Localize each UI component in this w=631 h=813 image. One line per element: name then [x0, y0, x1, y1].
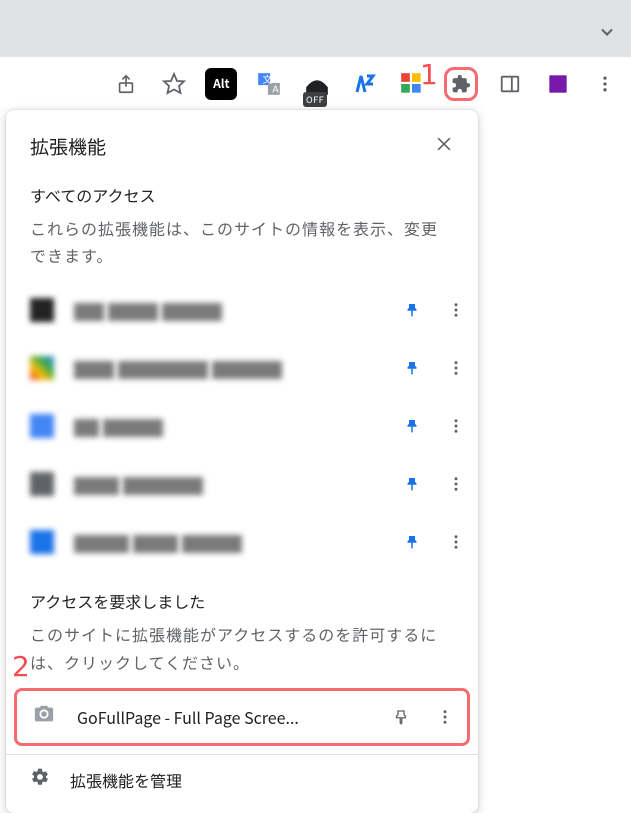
extension-name-blurred — [74, 358, 390, 379]
ext-icon-edge[interactable] — [349, 67, 381, 101]
popup-header: 拡張機能 — [6, 110, 478, 175]
extension-row-5[interactable] — [6, 513, 478, 571]
extension-row-3[interactable] — [6, 397, 478, 455]
more-icon[interactable] — [434, 475, 478, 493]
svg-text:文: 文 — [263, 72, 273, 85]
extension-name-blurred — [74, 474, 390, 495]
section-desc: このサイトに拡張機能がアクセスするのを許可するには、クリックしてください。 — [30, 621, 454, 675]
extension-icon — [30, 530, 54, 554]
extension-icon — [30, 472, 54, 496]
more-icon[interactable] — [434, 417, 478, 435]
ext-icon-onenote[interactable] — [542, 67, 574, 101]
ext-icon-generic-1[interactable]: OFF — [301, 67, 333, 101]
extension-name-blurred — [74, 300, 390, 321]
pin-icon[interactable] — [390, 417, 434, 435]
annotation-1: 1 — [420, 58, 438, 91]
pin-icon[interactable] — [390, 475, 434, 493]
extension-icon — [30, 298, 54, 322]
extensions-popup: 拡張機能 すべてのアクセス これらの拡張機能は、このサイトの情報を表示、変更でき… — [6, 110, 478, 813]
camera-icon — [33, 703, 57, 730]
pin-icon[interactable] — [390, 301, 434, 319]
section-title: すべてのアクセス — [30, 183, 454, 207]
section-desc: これらの拡張機能は、このサイトの情報を表示、変更できます。 — [30, 215, 454, 269]
close-icon[interactable] — [428, 128, 460, 165]
extensions-button[interactable] — [444, 67, 478, 101]
manage-extensions-label: 拡張機能を管理 — [70, 768, 182, 792]
browser-top-bar — [0, 0, 631, 56]
chevron-down-icon[interactable] — [597, 22, 617, 47]
side-panel-icon[interactable] — [494, 67, 526, 101]
more-icon[interactable] — [434, 301, 478, 319]
share-icon[interactable] — [110, 67, 142, 101]
ext-icon-translate[interactable]: 文A — [253, 67, 285, 101]
bookmark-star-icon[interactable] — [158, 67, 190, 101]
svg-text:A: A — [272, 84, 279, 95]
more-icon[interactable] — [434, 359, 478, 377]
browser-toolbar: Alt 文A OFF — [0, 56, 631, 112]
divider — [0, 56, 631, 57]
extension-row-1[interactable] — [6, 281, 478, 339]
popup-title: 拡張機能 — [30, 133, 106, 160]
pin-outline-icon[interactable] — [379, 708, 423, 726]
extension-icon — [30, 356, 54, 380]
extension-row-4[interactable] — [6, 455, 478, 513]
off-badge: OFF — [303, 92, 327, 107]
more-icon[interactable] — [434, 533, 478, 551]
extension-icon — [30, 414, 54, 438]
extension-row-2[interactable] — [6, 339, 478, 397]
section-full-access: すべてのアクセス これらの拡張機能は、このサイトの情報を表示、変更できます。 — [6, 175, 478, 269]
extension-name-blurred — [74, 532, 390, 553]
pin-icon[interactable] — [390, 359, 434, 377]
annotation-2: 2 — [12, 650, 30, 683]
alt-badge: Alt — [205, 68, 237, 100]
extension-name: GoFullPage - Full Page Scree... — [77, 705, 379, 729]
section-requested-access: アクセスを要求しました このサイトに拡張機能がアクセスするのを許可するには、クリ… — [6, 571, 478, 675]
more-icon[interactable] — [423, 708, 467, 726]
ext-icon-alt-text[interactable]: Alt — [205, 67, 237, 101]
extension-row-gofullpage[interactable]: GoFullPage - Full Page Scree... — [14, 688, 470, 746]
gear-icon — [30, 767, 50, 792]
section-title: アクセスを要求しました — [30, 589, 454, 613]
browser-menu-icon[interactable] — [589, 67, 621, 101]
pin-icon[interactable] — [390, 533, 434, 551]
extension-name-blurred — [74, 416, 390, 437]
manage-extensions[interactable]: 拡張機能を管理 — [6, 755, 478, 805]
